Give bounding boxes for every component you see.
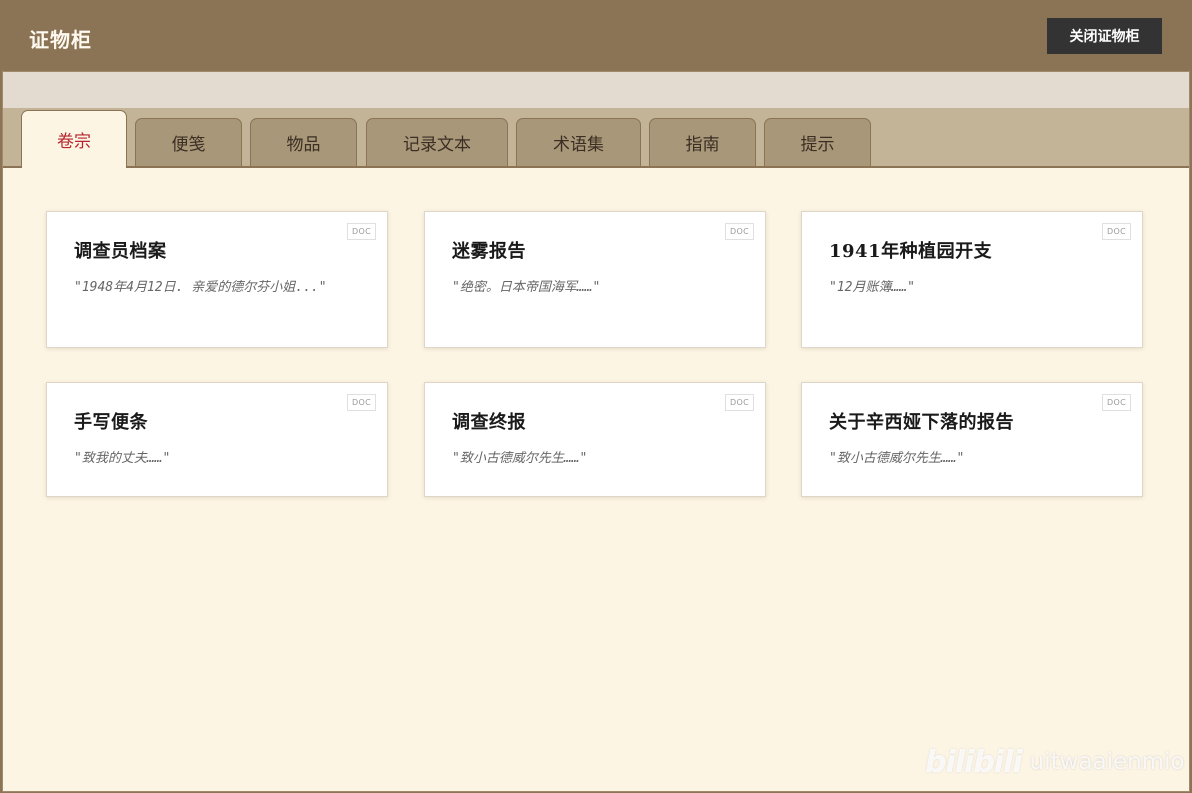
app-title: 证物柜	[29, 28, 92, 52]
doc-badge: DOC	[347, 223, 376, 240]
tab-glossary[interactable]: 术语集	[516, 118, 641, 166]
card-title: 调查员档案	[74, 241, 167, 262]
document-card[interactable]: DOC 1941年种植园开支 "12月账簿……"	[801, 211, 1143, 348]
doc-badge: DOC	[725, 223, 754, 240]
document-card[interactable]: DOC 调查终报 "致小古德威尔先生……"	[424, 382, 766, 497]
card-snippet: "致小古德威尔先生……"	[829, 451, 965, 466]
card-title: 关于辛西娅下落的报告	[829, 412, 1014, 433]
tab-notes[interactable]: 便笺	[135, 118, 242, 166]
card-title: 1941年种植园开支	[829, 241, 993, 262]
bilibili-watermark: bilibili uitwaaienmio	[925, 742, 1185, 782]
doc-badge: DOC	[1102, 223, 1131, 240]
header-bar: 证物柜 关闭证物柜	[0, 0, 1192, 71]
top-strip	[3, 72, 1189, 108]
tab-bar: 卷宗 便笺 物品 记录文本 术语集 指南 提示	[3, 108, 1189, 168]
document-card[interactable]: DOC 关于辛西娅下落的报告 "致小古德威尔先生……"	[801, 382, 1143, 497]
doc-badge: DOC	[1102, 394, 1131, 411]
card-snippet: "1948年4月12日. 亲爱的德尔芬小姐..."	[74, 280, 327, 295]
doc-badge: DOC	[347, 394, 376, 411]
document-card[interactable]: DOC 调查员档案 "1948年4月12日. 亲爱的德尔芬小姐..."	[46, 211, 388, 348]
tab-transcripts[interactable]: 记录文本	[366, 118, 508, 166]
card-title: 调查终报	[452, 412, 526, 433]
doc-badge: DOC	[725, 394, 754, 411]
card-snippet: "12月账簿……"	[829, 280, 915, 295]
document-card[interactable]: DOC 迷雾报告 "绝密。日本帝国海军……"	[424, 211, 766, 348]
tab-items[interactable]: 物品	[250, 118, 357, 166]
card-snippet: "致我的丈夫……"	[74, 451, 171, 466]
watermark-username: uitwaaienmio	[1029, 749, 1185, 775]
tab-dossiers[interactable]: 卷宗	[21, 110, 127, 168]
card-title: 迷雾报告	[452, 241, 526, 262]
tab-guide[interactable]: 指南	[649, 118, 756, 166]
tab-hints[interactable]: 提示	[764, 118, 871, 166]
card-snippet: "绝密。日本帝国海军……"	[452, 280, 601, 295]
card-snippet: "致小古德威尔先生……"	[452, 451, 588, 466]
document-card[interactable]: DOC 手写便条 "致我的丈夫……"	[46, 382, 388, 497]
card-title: 手写便条	[74, 412, 148, 433]
close-evidence-locker-button[interactable]: 关闭证物柜	[1047, 18, 1162, 54]
bilibili-logo-icon: bilibili	[925, 744, 1023, 780]
evidence-panel: 卷宗 便笺 物品 记录文本 术语集 指南 提示 DOC 调查员档案 "1948年…	[2, 71, 1190, 792]
